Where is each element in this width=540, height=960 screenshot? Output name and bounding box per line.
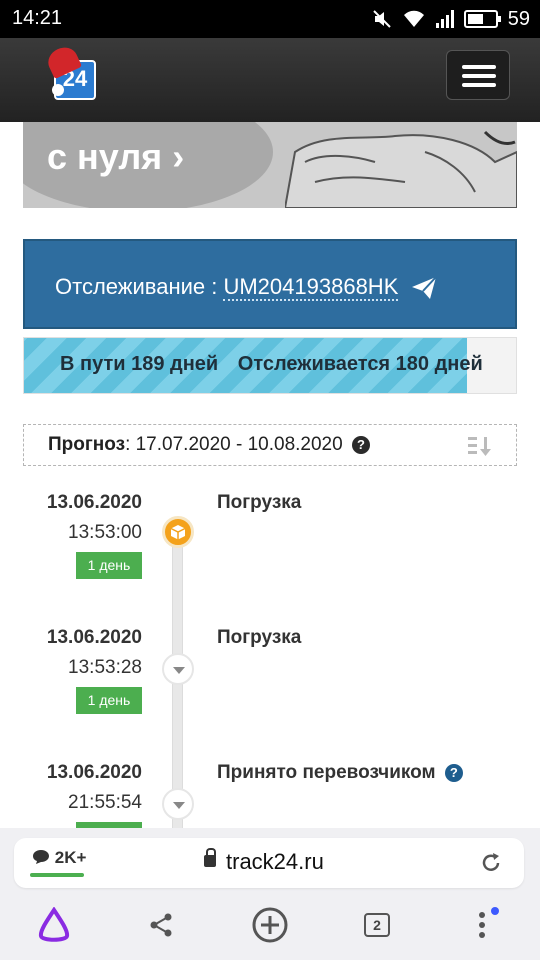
wifi-icon bbox=[403, 10, 424, 28]
tracked-text: Отслеживается 180 дней bbox=[237, 353, 483, 375]
hamburger-icon bbox=[462, 65, 496, 69]
event-duration-badge: 1 день bbox=[76, 552, 142, 579]
event-date: 13.06.2020 bbox=[46, 762, 142, 783]
event-duration-badge: 1 день bbox=[76, 687, 142, 714]
tabs-button[interactable]: 2 bbox=[354, 902, 400, 948]
comments-count: 2K+ bbox=[54, 848, 87, 867]
more-menu-icon bbox=[479, 907, 499, 938]
forecast-box: Прогноз: 17.07.2020 - 10.08.2020 ? bbox=[23, 424, 517, 466]
tracking-label-row: Отслеживание : UM204193868HK bbox=[55, 274, 437, 301]
site-header: 24 bbox=[0, 38, 540, 122]
sort-down-icon[interactable] bbox=[468, 435, 494, 457]
site-logo[interactable]: 24 bbox=[43, 42, 98, 104]
share-button[interactable] bbox=[138, 902, 184, 948]
event-title: Погрузка bbox=[217, 492, 302, 513]
lock-icon bbox=[204, 848, 216, 867]
forecast-value: : 17.07.2020 - 10.08.2020 bbox=[125, 434, 343, 455]
reload-icon[interactable] bbox=[480, 852, 502, 874]
transit-progress: В пути 189 дней Отслеживается 180 дней bbox=[23, 337, 517, 394]
event-date: 13.06.2020 bbox=[46, 492, 142, 513]
status-time: 14:21 bbox=[12, 7, 63, 29]
more-menu-button[interactable] bbox=[462, 902, 508, 948]
menu-button[interactable] bbox=[446, 50, 510, 100]
chevron-down-icon bbox=[162, 788, 194, 820]
event-date: 13.06.2020 bbox=[46, 627, 142, 648]
paper-plane-icon[interactable] bbox=[411, 276, 437, 300]
tracking-header: Отслеживание : UM204193868HK bbox=[23, 239, 517, 329]
event-title-row: Принято перевозчиком ? bbox=[217, 762, 463, 784]
tracking-number[interactable]: UM204193868HK bbox=[223, 274, 399, 301]
url-text-row: track24.ru bbox=[204, 848, 324, 875]
banner-text: с нуля › bbox=[47, 136, 185, 177]
forecast-text: Прогноз: 17.07.2020 - 10.08.2020 ? bbox=[48, 434, 370, 456]
signal-icon bbox=[435, 10, 454, 28]
comments-indicator bbox=[30, 873, 84, 877]
event-time: 13:53:28 bbox=[68, 657, 142, 678]
browser-nav: 2 bbox=[0, 902, 540, 952]
comment-icon bbox=[33, 850, 49, 864]
timeline-event: 13.06.2020 13:53:28 1 день Погрузка bbox=[0, 627, 540, 757]
santa-hat-pompom bbox=[52, 84, 64, 96]
hamburger-icon-line bbox=[462, 83, 496, 87]
question-icon[interactable]: ? bbox=[351, 436, 370, 454]
browser-bottom-bar: 2K+ track24.ru 2 bbox=[0, 828, 540, 960]
event-title: Принято перевозчиком bbox=[217, 762, 436, 783]
alice-icon bbox=[38, 907, 70, 942]
event-time: 21:55:54 bbox=[68, 792, 142, 813]
url-text: track24.ru bbox=[226, 849, 324, 874]
screen: 14:21 59 24 с нуля › Отслеживание: UM20… bbox=[0, 0, 540, 960]
comments-button[interactable]: 2K+ bbox=[30, 848, 87, 877]
event-title: Погрузка bbox=[217, 627, 302, 648]
address-bar[interactable]: 2K+ track24.ru bbox=[14, 838, 524, 888]
fist-illustration bbox=[285, 130, 517, 208]
share-icon bbox=[150, 913, 172, 937]
timeline-event: 13.06.2020 13:53:00 1 день Погрузка bbox=[0, 492, 540, 622]
forecast-label: Прогноз bbox=[48, 434, 126, 455]
tracking-label: Отслеживание : bbox=[55, 274, 224, 299]
progress-text: В пути 189 дней Отслеживается 180 дней bbox=[60, 353, 497, 376]
new-tab-icon bbox=[252, 907, 288, 943]
battery-percent: 59 bbox=[507, 7, 530, 30]
box-icon bbox=[162, 516, 194, 548]
tabs-icon: 2 bbox=[364, 913, 390, 937]
mute-icon bbox=[373, 10, 391, 28]
in-transit-text: В пути 189 дней bbox=[60, 353, 219, 375]
alice-button[interactable] bbox=[31, 902, 77, 948]
status-bar: 14:21 59 bbox=[0, 0, 540, 38]
status-icons: 59 bbox=[372, 6, 530, 32]
question-icon[interactable]: ? bbox=[444, 764, 463, 782]
promo-banner[interactable]: с нуля › bbox=[23, 122, 517, 208]
chevron-down-icon bbox=[162, 653, 194, 685]
hamburger-icon-line bbox=[462, 74, 496, 78]
event-time: 13:53:00 bbox=[68, 522, 142, 543]
new-tab-button[interactable] bbox=[247, 902, 293, 948]
battery-icon bbox=[463, 10, 501, 28]
